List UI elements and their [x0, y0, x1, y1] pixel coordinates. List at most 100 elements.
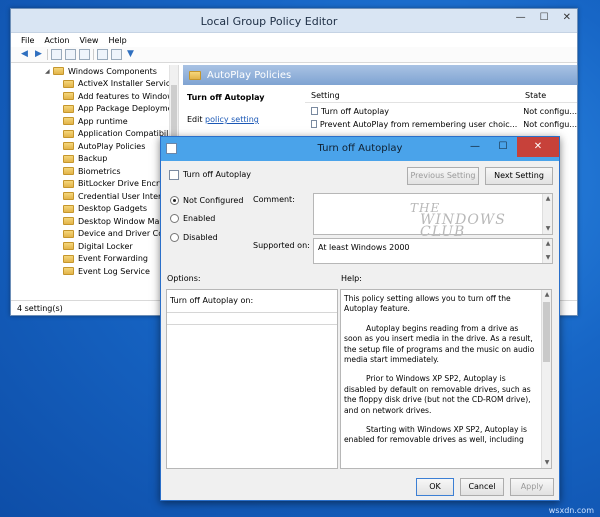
- maximize-icon[interactable]: ☐: [540, 12, 549, 23]
- menu-view[interactable]: View: [79, 36, 98, 45]
- comment-label: Comment:: [253, 195, 295, 204]
- expand-arrow-icon[interactable]: ◢: [45, 68, 53, 75]
- close-icon[interactable]: ✕: [517, 137, 559, 157]
- next-setting-button[interactable]: Next Setting: [485, 167, 553, 185]
- folder-icon: [63, 104, 74, 113]
- tree-item[interactable]: Desktop Window Mar: [11, 215, 178, 228]
- tree-item[interactable]: Credential User Interfa: [11, 190, 178, 203]
- close-icon[interactable]: ✕: [563, 12, 571, 23]
- radio-label: Enabled: [183, 214, 216, 223]
- tree-item-windows-components[interactable]: ◢ Windows Components: [11, 65, 178, 78]
- tree-item[interactable]: App Package Deployme: [11, 103, 178, 116]
- tree-item-label: Digital Locker: [78, 241, 133, 251]
- minimize-icon[interactable]: —: [461, 137, 489, 157]
- gpe-window-title: Local Group Policy Editor: [200, 15, 338, 28]
- tree-item[interactable]: BitLocker Drive Encryp: [11, 178, 178, 191]
- gpe-titlebar[interactable]: Local Group Policy Editor — ☐ ✕: [11, 9, 577, 33]
- turn-off-autoplay-dialog: Turn off Autoplay — ☐ ✕ Turn off Autopla…: [160, 136, 560, 501]
- edit-policy-link[interactable]: policy setting: [205, 115, 259, 124]
- scroll-thumb[interactable]: [543, 302, 550, 362]
- help-paragraph: Prior to Windows XP SP2, Autoplay is dis…: [344, 374, 531, 415]
- extended-view-edit: Edit policy setting: [187, 115, 259, 124]
- tree-item[interactable]: ActiveX Installer Service: [11, 78, 178, 91]
- back-arrow-icon[interactable]: ◀: [19, 49, 30, 60]
- folder-icon: [63, 267, 74, 276]
- tree-item[interactable]: Event Log Service: [11, 265, 178, 278]
- help-scrollbar[interactable]: ▲ ▼: [541, 290, 551, 468]
- tree-item[interactable]: App runtime: [11, 115, 178, 128]
- tree-item[interactable]: Application Compatibil: [11, 128, 178, 141]
- folder-icon: [63, 217, 74, 226]
- radio-button[interactable]: [170, 196, 179, 205]
- console-tree[interactable]: ◢ Windows Components ActiveX Installer S…: [11, 65, 179, 301]
- forward-arrow-icon[interactable]: ▶: [33, 49, 44, 60]
- tree-item[interactable]: Event Forwarding: [11, 253, 178, 266]
- maximize-icon[interactable]: ☐: [489, 137, 517, 157]
- comment-scrollbar[interactable]: ▲ ▼: [542, 194, 552, 234]
- tree-item[interactable]: Desktop Gadgets: [11, 203, 178, 216]
- menu-file[interactable]: File: [21, 36, 34, 45]
- radio-button[interactable]: [170, 233, 179, 242]
- pane-header-title: AutoPlay Policies: [207, 69, 292, 81]
- tree-item-label: Desktop Gadgets: [78, 204, 148, 214]
- radio-button[interactable]: [170, 214, 179, 223]
- radio-not-configured[interactable]: Not Configured: [170, 196, 243, 205]
- scroll-down-icon[interactable]: ▼: [543, 253, 553, 263]
- tree-item[interactable]: Add features to Window: [11, 90, 178, 103]
- tree-item[interactable]: AutoPlay Policies: [11, 140, 178, 153]
- list-item[interactable]: Turn off Autoplay Not configu...: [305, 105, 577, 117]
- site-watermark: wsxdn.com: [548, 506, 594, 515]
- supported-scrollbar[interactable]: ▲ ▼: [542, 239, 552, 263]
- status-text: 4 setting(s): [17, 303, 63, 313]
- tree-item-label: AutoPlay Policies: [78, 141, 146, 151]
- show-hide-tree-icon[interactable]: [65, 49, 76, 60]
- folder-icon: [63, 92, 74, 101]
- scroll-up-icon[interactable]: ▲: [543, 239, 553, 249]
- tree-item[interactable]: Device and Driver Com: [11, 228, 178, 241]
- scroll-up-icon[interactable]: ▲: [543, 194, 553, 204]
- radio-enabled[interactable]: Enabled: [170, 214, 215, 223]
- list-header: Setting State: [305, 89, 577, 103]
- pane-header: AutoPlay Policies: [183, 65, 577, 85]
- folder-icon: [63, 129, 74, 138]
- radio-disabled[interactable]: Disabled: [170, 233, 218, 242]
- properties-icon[interactable]: [111, 49, 122, 60]
- tree-item-label: Credential User Interfa: [78, 191, 169, 201]
- tree-item[interactable]: Digital Locker: [11, 240, 178, 253]
- menu-help[interactable]: Help: [108, 36, 126, 45]
- up-folder-icon[interactable]: [51, 49, 62, 60]
- previous-setting-button[interactable]: Previous Setting: [407, 167, 479, 185]
- apply-button[interactable]: Apply: [510, 478, 554, 496]
- setting-name: Prevent AutoPlay from remembering user c…: [319, 119, 518, 129]
- scroll-down-icon[interactable]: ▼: [543, 224, 553, 234]
- extended-view-title: Turn off Autoplay: [187, 93, 265, 102]
- cancel-button[interactable]: Cancel: [460, 478, 504, 496]
- folder-icon: [63, 142, 74, 151]
- setting-state: Not configu...: [523, 106, 577, 116]
- ok-button[interactable]: OK: [416, 478, 454, 496]
- options-panel: Turn off Autoplay on:: [166, 289, 338, 469]
- list-item[interactable]: Prevent AutoPlay from remembering user c…: [305, 118, 577, 130]
- folder-icon: [63, 167, 74, 176]
- minimize-icon[interactable]: —: [516, 12, 526, 23]
- help-text: This policy setting allows you to turn o…: [344, 294, 537, 455]
- setting-name: Turn off Autoplay: [321, 106, 389, 116]
- folder-icon: [63, 192, 74, 201]
- filter-icon[interactable]: ▼: [125, 49, 136, 60]
- tree-item-label: App Package Deployme: [78, 104, 173, 114]
- folder-icon: [63, 229, 74, 238]
- help-icon[interactable]: [97, 49, 108, 60]
- tree-item[interactable]: Backup: [11, 153, 178, 166]
- tree-item[interactable]: Biometrics: [11, 165, 178, 178]
- column-setting[interactable]: Setting: [305, 91, 519, 100]
- comment-field[interactable]: THE WINDOWS CLUB ▲ ▼: [313, 193, 553, 239]
- scroll-up-icon[interactable]: ▲: [542, 290, 551, 300]
- folder-icon: [63, 254, 74, 263]
- export-list-icon[interactable]: [79, 49, 90, 60]
- menu-action[interactable]: Action: [44, 36, 69, 45]
- help-paragraph: Autoplay begins reading from a drive as …: [344, 323, 535, 365]
- scroll-down-icon[interactable]: ▼: [542, 458, 551, 468]
- column-state[interactable]: State: [519, 91, 546, 100]
- help-panel[interactable]: This policy setting allows you to turn o…: [340, 289, 552, 469]
- dialog-titlebar[interactable]: Turn off Autoplay — ☐ ✕: [161, 137, 559, 161]
